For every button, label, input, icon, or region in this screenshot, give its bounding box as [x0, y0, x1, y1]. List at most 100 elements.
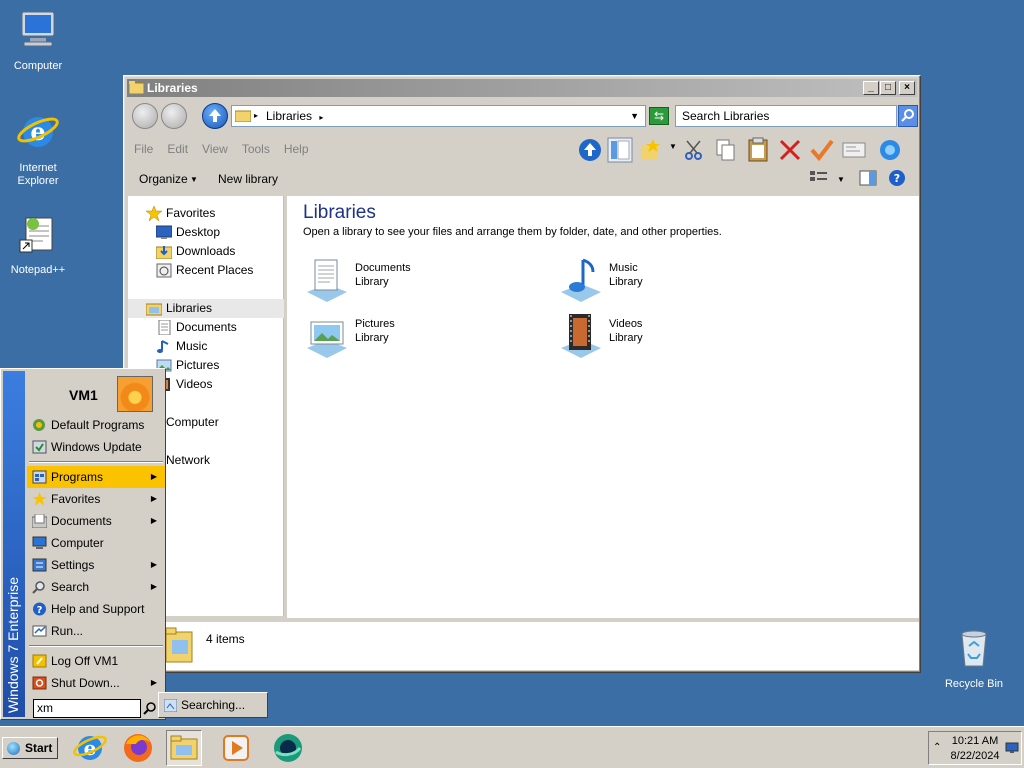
start-programs[interactable]: Programs ▶	[27, 466, 165, 488]
folders-pane-icon[interactable]	[607, 137, 633, 163]
library-documents[interactable]: Documents Library	[303, 256, 523, 306]
menu-help[interactable]: Help	[284, 142, 309, 156]
views-icon[interactable]	[877, 137, 903, 163]
up-button[interactable]	[202, 103, 228, 129]
search-button[interactable]	[898, 105, 918, 127]
library-name: Music	[609, 262, 638, 274]
chevron-right-icon[interactable]: ▸	[319, 113, 323, 122]
folder-icon	[170, 735, 198, 760]
paste-icon[interactable]	[745, 137, 771, 163]
start-log-off[interactable]: Log Off VM1	[27, 650, 165, 672]
favorites-star-icon[interactable]	[639, 137, 665, 163]
refresh-button[interactable]: ⇆	[649, 107, 669, 125]
new-library-button[interactable]: New library	[218, 172, 278, 186]
firefox-icon[interactable]	[120, 730, 156, 766]
organize-button[interactable]: Organize	[139, 172, 188, 186]
close-button[interactable]: ×	[899, 81, 915, 95]
nav-music[interactable]: Music	[128, 337, 284, 356]
forward-button[interactable]	[161, 103, 187, 129]
nav-libraries[interactable]: Libraries	[128, 299, 284, 318]
back-button[interactable]	[132, 103, 158, 129]
desktop-icon-label: Internet Explorer	[17, 162, 59, 187]
start-menu-banner: Windows 7 Enterprise	[3, 371, 25, 717]
library-type: Library	[609, 276, 643, 288]
chevron-right-icon: ▶	[150, 560, 157, 569]
clock-time[interactable]: 10:21 AM	[949, 735, 1001, 747]
start-button[interactable]: Start	[2, 737, 58, 759]
desktop-icon-computer[interactable]: Computer	[0, 8, 76, 73]
search-icon[interactable]	[143, 701, 157, 715]
search-results-popup[interactable]: Searching...	[158, 692, 268, 718]
searching-text: Searching...	[181, 698, 246, 712]
chevron-down-icon[interactable]: ▼	[837, 175, 845, 184]
command-bar: Organize ▼ New library ▼ ?	[127, 166, 917, 192]
address-bar[interactable]: ▸ Libraries ▸ ▼	[231, 105, 646, 127]
nav-documents[interactable]: Documents	[128, 318, 284, 337]
search-input[interactable]: Search Libraries	[675, 105, 897, 127]
help-icon[interactable]: ?	[887, 169, 907, 187]
start-search[interactable]: Search ▶	[27, 576, 165, 598]
nav-label: Favorites	[166, 206, 216, 220]
nav-downloads[interactable]: Downloads	[128, 242, 284, 261]
network-status-icon[interactable]	[1005, 742, 1019, 754]
start-settings[interactable]: Settings ▶	[27, 554, 165, 576]
start-documents[interactable]: Documents ▶	[27, 510, 165, 532]
start-computer[interactable]: Computer	[27, 532, 165, 554]
chevron-down-icon[interactable]: ▼	[190, 175, 198, 184]
nav-recent-places[interactable]: Recent Places	[128, 261, 284, 280]
desktop-icon-recycle-bin[interactable]: Recycle Bin	[936, 626, 1012, 691]
downloads-icon	[156, 246, 172, 259]
content-pane: Libraries Open a library to see your fil…	[287, 196, 919, 618]
start-help-support[interactable]: ? Help and Support	[27, 598, 165, 620]
chevron-down-icon[interactable]: ▼	[669, 142, 677, 151]
desktop-icon-internet-explorer[interactable]: e Internet Explorer	[0, 110, 76, 188]
start-search-input[interactable]: xm	[33, 699, 141, 718]
documents-library-icon	[307, 259, 347, 302]
chevron-up-icon[interactable]: ⌃	[933, 742, 941, 753]
start-favorites[interactable]: Favorites ▶	[27, 488, 165, 510]
desktop-icon-label: Computer	[13, 60, 63, 72]
app-globe-icon[interactable]	[270, 730, 306, 766]
up-folder-icon[interactable]	[577, 137, 603, 163]
nav-desktop[interactable]: Desktop	[128, 223, 284, 242]
desktop-icon	[156, 225, 172, 239]
nav-label: Libraries	[166, 301, 213, 315]
nav-favorites[interactable]: Favorites	[128, 204, 284, 223]
start-shut-down[interactable]: Shut Down... ▶	[27, 672, 165, 694]
internet-explorer-icon[interactable]: e	[72, 730, 108, 766]
preview-pane-icon[interactable]	[858, 169, 878, 187]
copy-icon[interactable]	[713, 137, 739, 163]
start-item-label: Search	[51, 580, 90, 594]
library-pictures[interactable]: Pictures Library	[303, 312, 523, 362]
chevron-right-icon[interactable]: ▸	[254, 106, 258, 126]
title-bar[interactable]: Libraries _ □ ×	[127, 79, 917, 97]
avatar[interactable]	[117, 376, 153, 412]
change-view-icon[interactable]	[809, 169, 829, 187]
menu-tools[interactable]: Tools	[242, 142, 270, 156]
system-tray: ⌃ 10:21 AM 8/22/2024	[928, 731, 1022, 765]
menu-file[interactable]: File	[134, 142, 153, 156]
start-default-programs[interactable]: Default Programs	[27, 414, 165, 436]
minimize-button[interactable]: _	[863, 81, 879, 95]
explorer-window[interactable]: Libraries _ □ × ▸ Libraries ▸ ▼ ⇆ Search…	[123, 75, 921, 673]
library-music[interactable]: Music Library	[557, 256, 777, 306]
chevron-right-icon: ▶	[150, 582, 157, 591]
desktop-icon-notepadpp[interactable]: Notepad++	[0, 212, 76, 277]
properties-icon[interactable]	[841, 137, 867, 163]
library-videos[interactable]: Videos Library	[557, 312, 777, 362]
checkmark-icon[interactable]	[809, 137, 835, 163]
chevron-down-icon[interactable]: ▼	[630, 106, 639, 126]
taskbar-explorer[interactable]	[166, 730, 202, 766]
start-windows-update[interactable]: Windows Update	[27, 436, 165, 458]
cut-icon[interactable]	[681, 137, 707, 163]
delete-icon[interactable]	[777, 137, 803, 163]
maximize-button[interactable]: □	[880, 81, 896, 95]
start-item-label: Programs	[51, 470, 104, 484]
clock-date[interactable]: 8/22/2024	[947, 750, 1003, 762]
item-count: 4 items	[206, 632, 245, 646]
start-run[interactable]: Run...	[27, 620, 165, 642]
menu-edit[interactable]: Edit	[167, 142, 188, 156]
menu-view[interactable]: View	[202, 142, 228, 156]
settings-icon	[32, 558, 47, 572]
media-player-icon[interactable]	[218, 730, 254, 766]
